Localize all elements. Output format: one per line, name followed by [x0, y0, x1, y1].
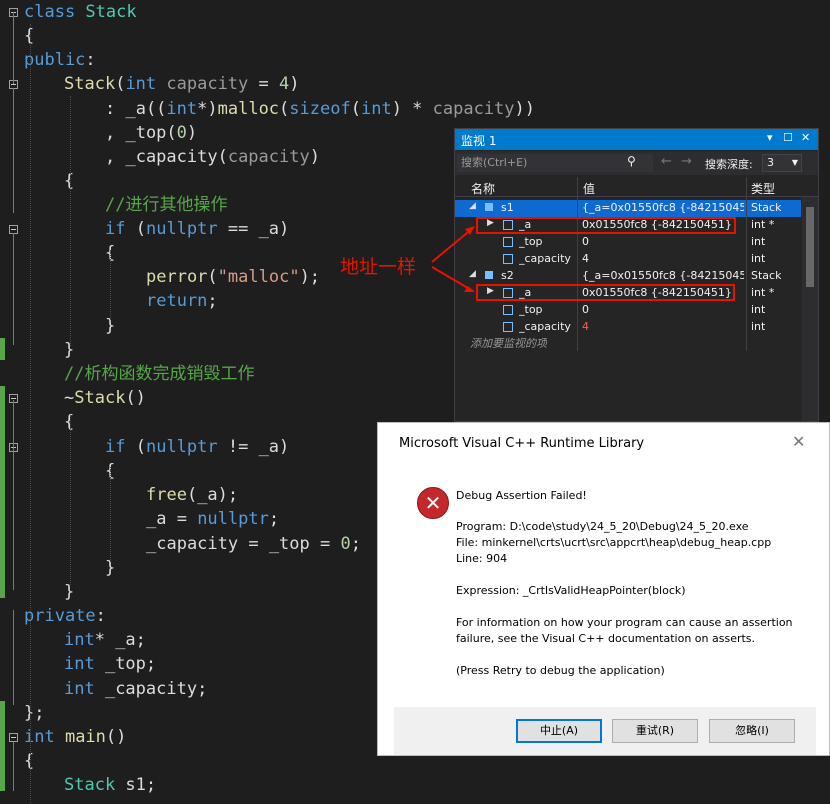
- dialog-title: Microsoft Visual C++ Runtime Library: [399, 436, 645, 451]
- arrow-to-s2: [431, 266, 474, 292]
- info-line-2: failure, see the Visual C++ documentatio…: [456, 632, 756, 645]
- info-line-1: For information on how your program can …: [456, 616, 793, 629]
- annotation-label: 地址一样: [340, 256, 417, 278]
- arrow-to-s1: [431, 227, 474, 263]
- retry-button[interactable]: 重试(R): [612, 719, 698, 743]
- retry-hint: (Press Retry to debug the application): [456, 664, 665, 677]
- expression-line: Expression: _CrtIsValidHeapPointer(block…: [456, 584, 686, 597]
- abort-button[interactable]: 中止(A): [516, 719, 602, 743]
- ignore-button[interactable]: 忽略(I): [709, 719, 795, 743]
- assertion-dialog[interactable]: Microsoft Visual C++ Runtime Library ✕ ✕…: [377, 422, 830, 756]
- assertion-heading: Debug Assertion Failed!: [456, 489, 587, 502]
- program-line: Program: D:\code\study\24_5_20\Debug\24_…: [456, 520, 749, 533]
- line-number: Line: 904: [456, 552, 508, 565]
- file-line: File: minkernel\crts\ucrt\src\appcrt\hea…: [456, 536, 772, 549]
- error-icon: ✕: [417, 487, 449, 519]
- close-icon[interactable]: ✕: [792, 432, 805, 451]
